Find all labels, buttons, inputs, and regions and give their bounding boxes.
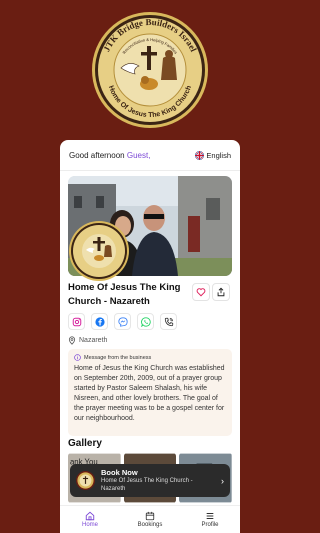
phone-button[interactable]: [160, 313, 177, 330]
language-label: English: [206, 150, 231, 160]
tab-label: Bookings: [137, 522, 163, 528]
calendar-icon: [145, 511, 155, 521]
church-logo: JTK Bridge Builders Israel Reconciliatio…: [92, 12, 208, 128]
share-button[interactable]: [212, 283, 230, 301]
tab-home[interactable]: Home: [65, 511, 115, 528]
logo-band: JTK Bridge Builders Israel Reconciliatio…: [0, 0, 300, 138]
instagram-button[interactable]: [68, 313, 85, 330]
book-now-banner[interactable]: Book Now Home Of Jesus The King Church -…: [70, 464, 230, 497]
tab-bookings[interactable]: Bookings: [125, 511, 175, 528]
location-label: Nazareth: [79, 337, 108, 344]
share-icon: [217, 287, 225, 297]
menu-icon: [206, 513, 214, 519]
chevron-right-icon: ›: [221, 475, 224, 486]
messenger-icon: [117, 316, 128, 327]
heart-icon: [196, 288, 206, 297]
book-now-subtitle: Home Of Jesus The King Church - Nazareth: [101, 478, 193, 492]
greeting-bar: Good afternoon Guest, English: [60, 140, 240, 171]
uk-flag-icon: [195, 150, 205, 160]
whatsapp-icon: [140, 316, 151, 327]
gallery-title: Gallery: [68, 438, 102, 449]
book-now-logo: [76, 471, 95, 490]
app-screen: Good afternoon Guest, English Home Of Je…: [60, 140, 240, 533]
greeting-text: Good afternoon Guest,: [69, 151, 150, 160]
instagram-icon: [72, 317, 81, 326]
whatsapp-button[interactable]: [137, 313, 154, 330]
bottom-tab-bar: Home Bookings Profile: [60, 505, 240, 533]
home-icon: [85, 511, 95, 521]
book-now-text: Book Now Home Of Jesus The King Church -…: [101, 468, 215, 493]
business-message: Message from the business Home of Jesus …: [68, 349, 232, 436]
facebook-button[interactable]: [91, 313, 108, 330]
church-avatar: [69, 221, 129, 281]
info-icon: [74, 354, 81, 361]
social-links: [68, 313, 177, 330]
greeting-label: Good afternoon: [69, 150, 125, 160]
tab-label: Profile: [201, 522, 219, 528]
tab-label: Home: [81, 522, 98, 528]
language-selector[interactable]: English: [195, 150, 231, 160]
phone-icon: [164, 317, 173, 326]
user-name: Guest,: [126, 150, 151, 160]
facebook-icon: [94, 316, 105, 327]
message-body: Home of Jesus the King Church was establ…: [74, 365, 225, 422]
message-header: Message from the business: [74, 354, 226, 361]
location-pin-icon: [68, 336, 76, 345]
book-now-title: Book Now: [101, 468, 138, 477]
tab-profile[interactable]: Profile: [185, 511, 235, 528]
messenger-button[interactable]: [114, 313, 131, 330]
church-title: Home Of Jesus The King Church - Nazareth: [68, 282, 181, 307]
favorite-button[interactable]: [192, 283, 210, 301]
church-logo-thumb: [77, 472, 94, 489]
location-row: Nazareth: [68, 336, 107, 345]
message-heading: Message from the business: [84, 354, 152, 361]
